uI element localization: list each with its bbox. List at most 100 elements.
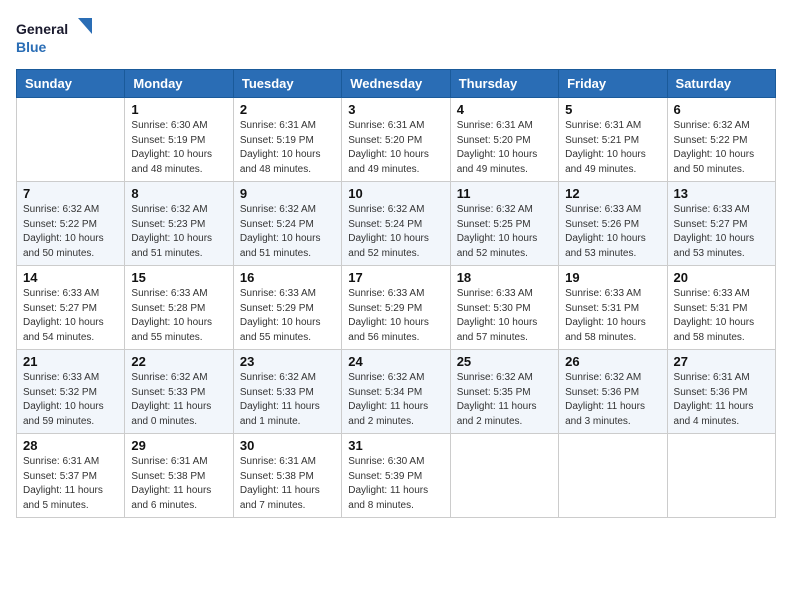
cell-content: Sunrise: 6:33 AM Sunset: 5:27 PM Dayligh… — [23, 287, 118, 345]
day-number: 16 — [240, 270, 335, 285]
day-number: 17 — [348, 270, 443, 285]
cell-content: Sunrise: 6:32 AM Sunset: 5:22 PM Dayligh… — [674, 119, 769, 177]
week-row-2: 7 Sunrise: 6:32 AM Sunset: 5:22 PM Daylig… — [17, 182, 776, 266]
day-number: 15 — [131, 270, 226, 285]
logo: General Blue — [16, 16, 96, 61]
day-number: 19 — [565, 270, 660, 285]
calendar-cell: 10 Sunrise: 6:32 AM Sunset: 5:24 PM Dayli… — [342, 182, 450, 266]
cell-content: Sunrise: 6:32 AM Sunset: 5:34 PM Dayligh… — [348, 371, 443, 429]
day-number: 8 — [131, 186, 226, 201]
week-row-1: 1 Sunrise: 6:30 AM Sunset: 5:19 PM Daylig… — [17, 98, 776, 182]
weekday-header-tuesday: Tuesday — [233, 70, 341, 98]
calendar-cell: 14Sunrise: 6:33 AM Sunset: 5:27 PM Dayli… — [17, 266, 125, 350]
cell-content: Sunrise: 6:32 AM Sunset: 5:36 PM Dayligh… — [565, 371, 660, 429]
day-number: 30 — [240, 438, 335, 453]
day-number: 13 — [674, 186, 769, 201]
cell-content: Sunrise: 6:32 AM Sunset: 5:23 PM Dayligh… — [131, 203, 226, 261]
weekday-header-sunday: Sunday — [17, 70, 125, 98]
calendar-cell: 31 Sunrise: 6:30 AM Sunset: 5:39 PM Dayli… — [342, 434, 450, 518]
day-number: 22 — [131, 354, 226, 369]
calendar-cell: 27 Sunrise: 6:31 AM Sunset: 5:36 PM Dayli… — [667, 350, 775, 434]
calendar-cell: 21Sunrise: 6:33 AM Sunset: 5:32 PM Dayli… — [17, 350, 125, 434]
calendar-cell — [17, 98, 125, 182]
cell-content: Sunrise: 6:31 AM Sunset: 5:37 PM Dayligh… — [23, 455, 118, 513]
cell-content: Sunrise: 6:31 AM Sunset: 5:20 PM Dayligh… — [348, 119, 443, 177]
calendar-cell — [667, 434, 775, 518]
cell-content: Sunrise: 6:31 AM Sunset: 5:38 PM Dayligh… — [131, 455, 226, 513]
cell-content: Sunrise: 6:30 AM Sunset: 5:39 PM Dayligh… — [348, 455, 443, 513]
day-number: 7 — [23, 186, 118, 201]
calendar-cell: 7 Sunrise: 6:32 AM Sunset: 5:22 PM Daylig… — [17, 182, 125, 266]
day-number: 1 — [131, 102, 226, 117]
cell-content: Sunrise: 6:31 AM Sunset: 5:19 PM Dayligh… — [240, 119, 335, 177]
calendar-cell: 19 Sunrise: 6:33 AM Sunset: 5:31 PM Dayli… — [559, 266, 667, 350]
week-row-4: 21Sunrise: 6:33 AM Sunset: 5:32 PM Dayli… — [17, 350, 776, 434]
calendar-cell: 23 Sunrise: 6:32 AM Sunset: 5:33 PM Dayli… — [233, 350, 341, 434]
day-number: 18 — [457, 270, 552, 285]
day-number: 11 — [457, 186, 552, 201]
calendar-cell: 12 Sunrise: 6:33 AM Sunset: 5:26 PM Dayli… — [559, 182, 667, 266]
calendar-cell: 25Sunrise: 6:32 AM Sunset: 5:35 PM Dayli… — [450, 350, 558, 434]
page-header: General Blue — [16, 16, 776, 61]
day-number: 27 — [674, 354, 769, 369]
cell-content: Sunrise: 6:33 AM Sunset: 5:27 PM Dayligh… — [674, 203, 769, 261]
day-number: 10 — [348, 186, 443, 201]
calendar-cell: 1 Sunrise: 6:30 AM Sunset: 5:19 PM Daylig… — [125, 98, 233, 182]
week-row-3: 14Sunrise: 6:33 AM Sunset: 5:27 PM Dayli… — [17, 266, 776, 350]
day-number: 5 — [565, 102, 660, 117]
cell-content: Sunrise: 6:30 AM Sunset: 5:19 PM Dayligh… — [131, 119, 226, 177]
cell-content: Sunrise: 6:33 AM Sunset: 5:31 PM Dayligh… — [674, 287, 769, 345]
day-number: 31 — [348, 438, 443, 453]
week-row-5: 28Sunrise: 6:31 AM Sunset: 5:37 PM Dayli… — [17, 434, 776, 518]
cell-content: Sunrise: 6:32 AM Sunset: 5:24 PM Dayligh… — [348, 203, 443, 261]
weekday-header-thursday: Thursday — [450, 70, 558, 98]
cell-content: Sunrise: 6:32 AM Sunset: 5:35 PM Dayligh… — [457, 371, 552, 429]
calendar-cell: 5 Sunrise: 6:31 AM Sunset: 5:21 PM Daylig… — [559, 98, 667, 182]
weekday-header-friday: Friday — [559, 70, 667, 98]
cell-content: Sunrise: 6:33 AM Sunset: 5:26 PM Dayligh… — [565, 203, 660, 261]
calendar-cell: 22 Sunrise: 6:32 AM Sunset: 5:33 PM Dayli… — [125, 350, 233, 434]
calendar-cell: 11 Sunrise: 6:32 AM Sunset: 5:25 PM Dayli… — [450, 182, 558, 266]
cell-content: Sunrise: 6:32 AM Sunset: 5:22 PM Dayligh… — [23, 203, 118, 261]
calendar-cell — [559, 434, 667, 518]
weekday-header-wednesday: Wednesday — [342, 70, 450, 98]
cell-content: Sunrise: 6:33 AM Sunset: 5:29 PM Dayligh… — [348, 287, 443, 345]
calendar-cell: 28Sunrise: 6:31 AM Sunset: 5:37 PM Dayli… — [17, 434, 125, 518]
cell-content: Sunrise: 6:33 AM Sunset: 5:30 PM Dayligh… — [457, 287, 552, 345]
weekday-header-monday: Monday — [125, 70, 233, 98]
svg-text:Blue: Blue — [16, 39, 47, 55]
day-number: 4 — [457, 102, 552, 117]
calendar-cell: 18 Sunrise: 6:33 AM Sunset: 5:30 PM Dayli… — [450, 266, 558, 350]
calendar-cell: 20 Sunrise: 6:33 AM Sunset: 5:31 PM Dayli… — [667, 266, 775, 350]
cell-content: Sunrise: 6:32 AM Sunset: 5:24 PM Dayligh… — [240, 203, 335, 261]
weekday-header-row: SundayMondayTuesdayWednesdayThursdayFrid… — [17, 70, 776, 98]
day-number: 9 — [240, 186, 335, 201]
calendar-cell: 4Sunrise: 6:31 AM Sunset: 5:20 PM Daylig… — [450, 98, 558, 182]
cell-content: Sunrise: 6:32 AM Sunset: 5:33 PM Dayligh… — [131, 371, 226, 429]
cell-content: Sunrise: 6:32 AM Sunset: 5:25 PM Dayligh… — [457, 203, 552, 261]
day-number: 12 — [565, 186, 660, 201]
calendar-cell: 26 Sunrise: 6:32 AM Sunset: 5:36 PM Dayli… — [559, 350, 667, 434]
day-number: 21 — [23, 354, 118, 369]
cell-content: Sunrise: 6:33 AM Sunset: 5:31 PM Dayligh… — [565, 287, 660, 345]
calendar-cell: 2 Sunrise: 6:31 AM Sunset: 5:19 PM Daylig… — [233, 98, 341, 182]
day-number: 24 — [348, 354, 443, 369]
calendar-cell: 8 Sunrise: 6:32 AM Sunset: 5:23 PM Daylig… — [125, 182, 233, 266]
calendar-cell: 24 Sunrise: 6:32 AM Sunset: 5:34 PM Dayli… — [342, 350, 450, 434]
cell-content: Sunrise: 6:31 AM Sunset: 5:21 PM Dayligh… — [565, 119, 660, 177]
calendar-cell: 9 Sunrise: 6:32 AM Sunset: 5:24 PM Daylig… — [233, 182, 341, 266]
day-number: 26 — [565, 354, 660, 369]
calendar-cell: 3Sunrise: 6:31 AM Sunset: 5:20 PM Daylig… — [342, 98, 450, 182]
cell-content: Sunrise: 6:31 AM Sunset: 5:36 PM Dayligh… — [674, 371, 769, 429]
calendar-cell: 17 Sunrise: 6:33 AM Sunset: 5:29 PM Dayli… — [342, 266, 450, 350]
calendar-cell: 16Sunrise: 6:33 AM Sunset: 5:29 PM Dayli… — [233, 266, 341, 350]
calendar-cell: 6Sunrise: 6:32 AM Sunset: 5:22 PM Daylig… — [667, 98, 775, 182]
cell-content: Sunrise: 6:32 AM Sunset: 5:33 PM Dayligh… — [240, 371, 335, 429]
day-number: 2 — [240, 102, 335, 117]
calendar-cell: 30Sunrise: 6:31 AM Sunset: 5:38 PM Dayli… — [233, 434, 341, 518]
day-number: 29 — [131, 438, 226, 453]
day-number: 23 — [240, 354, 335, 369]
calendar-cell — [450, 434, 558, 518]
calendar-table: SundayMondayTuesdayWednesdayThursdayFrid… — [16, 69, 776, 518]
day-number: 20 — [674, 270, 769, 285]
